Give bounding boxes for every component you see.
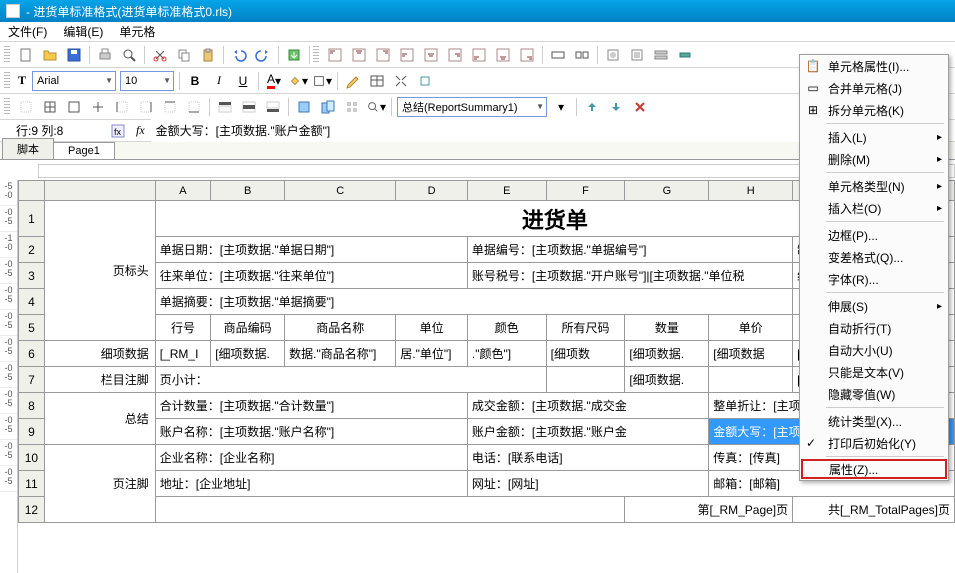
sec-delete-button[interactable]: [629, 96, 651, 118]
cut-button[interactable]: [149, 44, 171, 66]
vertical-ruler: -5 -0-0 -5-1 -0 -0 -5-0 -5-0 -5 -0 -5-0 …: [0, 180, 18, 573]
sec-footer-button[interactable]: [262, 96, 284, 118]
tool-b-button[interactable]: [626, 44, 648, 66]
ctx-hidezero[interactable]: 隐藏零值(W): [800, 383, 948, 405]
ctx-stattype[interactable]: 统计类型(X)...: [800, 410, 948, 432]
titlebar: - 进货单标准格式(进货单标准格式0.rls): [0, 0, 955, 22]
table-row: 12 第[_RM_Page]页共[_RM_TotalPages]页: [19, 497, 955, 523]
sec-header-button[interactable]: [214, 96, 236, 118]
context-menu: 📋单元格属性(I)... ▭合并单元格(J) ⊞拆分单元格(K) 插入(L) 删…: [799, 54, 949, 481]
grip[interactable]: [4, 98, 10, 116]
ctx-stretch[interactable]: 伸展(S): [800, 295, 948, 317]
ctx-celltype[interactable]: 单元格类型(N): [800, 175, 948, 197]
align-bot-left-button[interactable]: [468, 44, 490, 66]
border-outer-button[interactable]: [63, 96, 85, 118]
new-button[interactable]: [15, 44, 37, 66]
sec-down-button[interactable]: [605, 96, 627, 118]
font-name-combo[interactable]: Arial: [32, 71, 116, 91]
tab-script[interactable]: 脚本: [2, 138, 54, 159]
align-mid-left-button[interactable]: [396, 44, 418, 66]
paste-button[interactable]: [197, 44, 219, 66]
border-bottom-button[interactable]: [183, 96, 205, 118]
align-bot-right-button[interactable]: [516, 44, 538, 66]
merge-button[interactable]: [547, 44, 569, 66]
ctx-props-highlighted[interactable]: 属性(Z)...: [801, 459, 947, 479]
align-top-right-button[interactable]: [372, 44, 394, 66]
ctx-font[interactable]: 字体(R)...: [800, 268, 948, 290]
ctx-split[interactable]: ⊞拆分单元格(K): [800, 99, 948, 121]
undo-button[interactable]: [228, 44, 250, 66]
preview-button[interactable]: [118, 44, 140, 66]
tool-a-button[interactable]: [602, 44, 624, 66]
align-bot-center-button[interactable]: [492, 44, 514, 66]
fx-icon-button[interactable]: fx: [107, 120, 129, 142]
grid-view-button[interactable]: [341, 96, 363, 118]
font-size-combo[interactable]: 10: [120, 71, 174, 91]
ctx-delete[interactable]: 删除(M): [800, 148, 948, 170]
ctx-autosize[interactable]: 自动大小(U): [800, 339, 948, 361]
italic-button[interactable]: I: [208, 70, 230, 92]
shrink-button[interactable]: [390, 70, 412, 92]
grip[interactable]: [4, 72, 10, 90]
align-top-left-button[interactable]: [324, 44, 346, 66]
tool-c-button[interactable]: [650, 44, 672, 66]
fill-color-button[interactable]: ▾: [287, 70, 309, 92]
save-button[interactable]: [63, 44, 85, 66]
zoom-button[interactable]: ▾: [365, 96, 387, 118]
menubar: 文件(F) 编辑(E) 单元格: [0, 22, 955, 42]
align-mid-right-button[interactable]: [444, 44, 466, 66]
sec-up-button[interactable]: [581, 96, 603, 118]
arrange-1-button[interactable]: [293, 96, 315, 118]
ctx-wrap[interactable]: 自动折行(T): [800, 317, 948, 339]
border-right-button[interactable]: [135, 96, 157, 118]
app-icon: [6, 4, 20, 18]
underline-button[interactable]: U: [232, 70, 254, 92]
ctx-cell-props[interactable]: 📋单元格属性(I)...: [800, 55, 948, 77]
section-combo[interactable]: 总结(ReportSummary1): [397, 97, 547, 117]
menu-cell[interactable]: 单元格: [119, 23, 155, 40]
combo-expand-button[interactable]: ▾: [550, 96, 572, 118]
align-top-center-button[interactable]: [348, 44, 370, 66]
copy-button[interactable]: [173, 44, 195, 66]
open-button[interactable]: [39, 44, 61, 66]
border-none-button[interactable]: [15, 96, 37, 118]
border-inner-button[interactable]: [87, 96, 109, 118]
ctx-border[interactable]: 边框(P)...: [800, 224, 948, 246]
arrange-2-button[interactable]: [317, 96, 339, 118]
menu-file[interactable]: 文件(F): [8, 23, 47, 40]
ctx-insert[interactable]: 插入(L): [800, 126, 948, 148]
grip[interactable]: [4, 46, 10, 64]
border-top-button[interactable]: [159, 96, 181, 118]
cell-location: 行:9 列:8: [6, 122, 106, 139]
ctx-merge[interactable]: ▭合并单元格(J): [800, 77, 948, 99]
ctx-textonly[interactable]: 只能是文本(V): [800, 361, 948, 383]
menu-edit[interactable]: 编辑(E): [63, 23, 103, 40]
ctx-diff-fmt[interactable]: 变差格式(Q)...: [800, 246, 948, 268]
border-left-button[interactable]: [111, 96, 133, 118]
split-button[interactable]: [571, 44, 593, 66]
sec-body-button[interactable]: [238, 96, 260, 118]
ctx-insertcol[interactable]: 插入栏(O): [800, 197, 948, 219]
align-mid-center-button[interactable]: [420, 44, 442, 66]
border-all-button[interactable]: [39, 96, 61, 118]
export-button[interactable]: [283, 44, 305, 66]
tab-page1[interactable]: Page1: [53, 142, 115, 159]
edit-button[interactable]: [342, 70, 364, 92]
tool-d-button[interactable]: [674, 44, 696, 66]
svg-text:fx: fx: [114, 127, 122, 137]
border-button[interactable]: ▾: [311, 70, 333, 92]
font-color-button[interactable]: A▾: [263, 70, 285, 92]
table-button[interactable]: [366, 70, 388, 92]
print-button[interactable]: [94, 44, 116, 66]
window-title: - 进货单标准格式(进货单标准格式0.rls): [26, 3, 232, 20]
expand-button[interactable]: [414, 70, 436, 92]
redo-button[interactable]: [252, 44, 274, 66]
font-label-icon: T: [18, 73, 26, 88]
ctx-initafter[interactable]: ✓打印后初始化(Y): [800, 432, 948, 454]
fx-label: fx: [136, 123, 145, 138]
bold-button[interactable]: B: [184, 70, 206, 92]
grip[interactable]: [313, 46, 319, 64]
